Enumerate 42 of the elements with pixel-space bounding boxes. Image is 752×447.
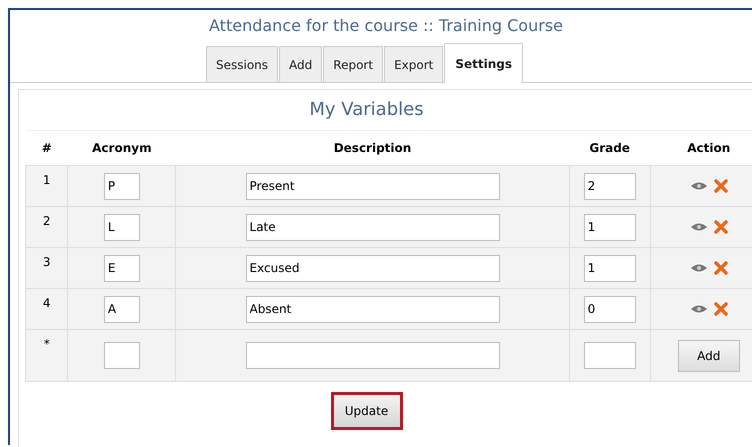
delete-icon[interactable] [714, 179, 728, 193]
grade-field[interactable]: 1 [584, 254, 636, 282]
description-field[interactable]: Late [246, 214, 500, 240]
row-number: 2 [42, 214, 51, 228]
update-button[interactable]: Update [330, 392, 402, 430]
column-header: # [42, 141, 52, 155]
tab[interactable]: Sessions [206, 46, 278, 82]
description-field[interactable] [246, 342, 500, 369]
tab[interactable]: Report [323, 46, 384, 82]
eye-icon[interactable] [690, 181, 708, 191]
tab[interactable]: Export [384, 46, 444, 82]
tab[interactable]: Settings [444, 43, 523, 83]
row-number: 1 [42, 173, 51, 187]
acronym-field[interactable]: E [104, 254, 140, 282]
eye-icon[interactable] [690, 304, 708, 314]
tab[interactable]: Add [279, 46, 322, 82]
delete-icon[interactable] [714, 261, 728, 275]
grade-field[interactable]: 1 [584, 214, 636, 240]
page-title: Attendance for the course :: Training Course [208, 15, 564, 37]
row-number: * [44, 337, 50, 351]
column-header: Acronym [92, 141, 152, 155]
add-button[interactable]: Add [678, 340, 740, 372]
description-field[interactable]: Absent [246, 296, 500, 322]
grade-field[interactable]: 0 [584, 296, 636, 322]
description-field[interactable]: Excused [246, 254, 500, 282]
acronym-field[interactable]: P [104, 172, 140, 200]
description-field[interactable]: Present [246, 172, 500, 200]
eye-icon[interactable] [690, 263, 708, 273]
eye-icon[interactable] [690, 222, 708, 232]
grade-field[interactable]: 2 [584, 172, 636, 200]
column-header: Grade [589, 141, 630, 155]
delete-icon[interactable] [714, 302, 728, 316]
column-header: Action [687, 141, 730, 155]
acronym-field[interactable] [104, 342, 140, 369]
panel-title: My Variables [308, 98, 425, 122]
acronym-field[interactable]: A [104, 296, 140, 322]
acronym-field[interactable]: L [104, 214, 140, 240]
row-number: 3 [42, 255, 51, 269]
grade-field[interactable] [584, 342, 636, 369]
delete-icon[interactable] [714, 220, 728, 234]
row-number: 4 [42, 296, 51, 310]
column-header: Description [334, 141, 412, 155]
